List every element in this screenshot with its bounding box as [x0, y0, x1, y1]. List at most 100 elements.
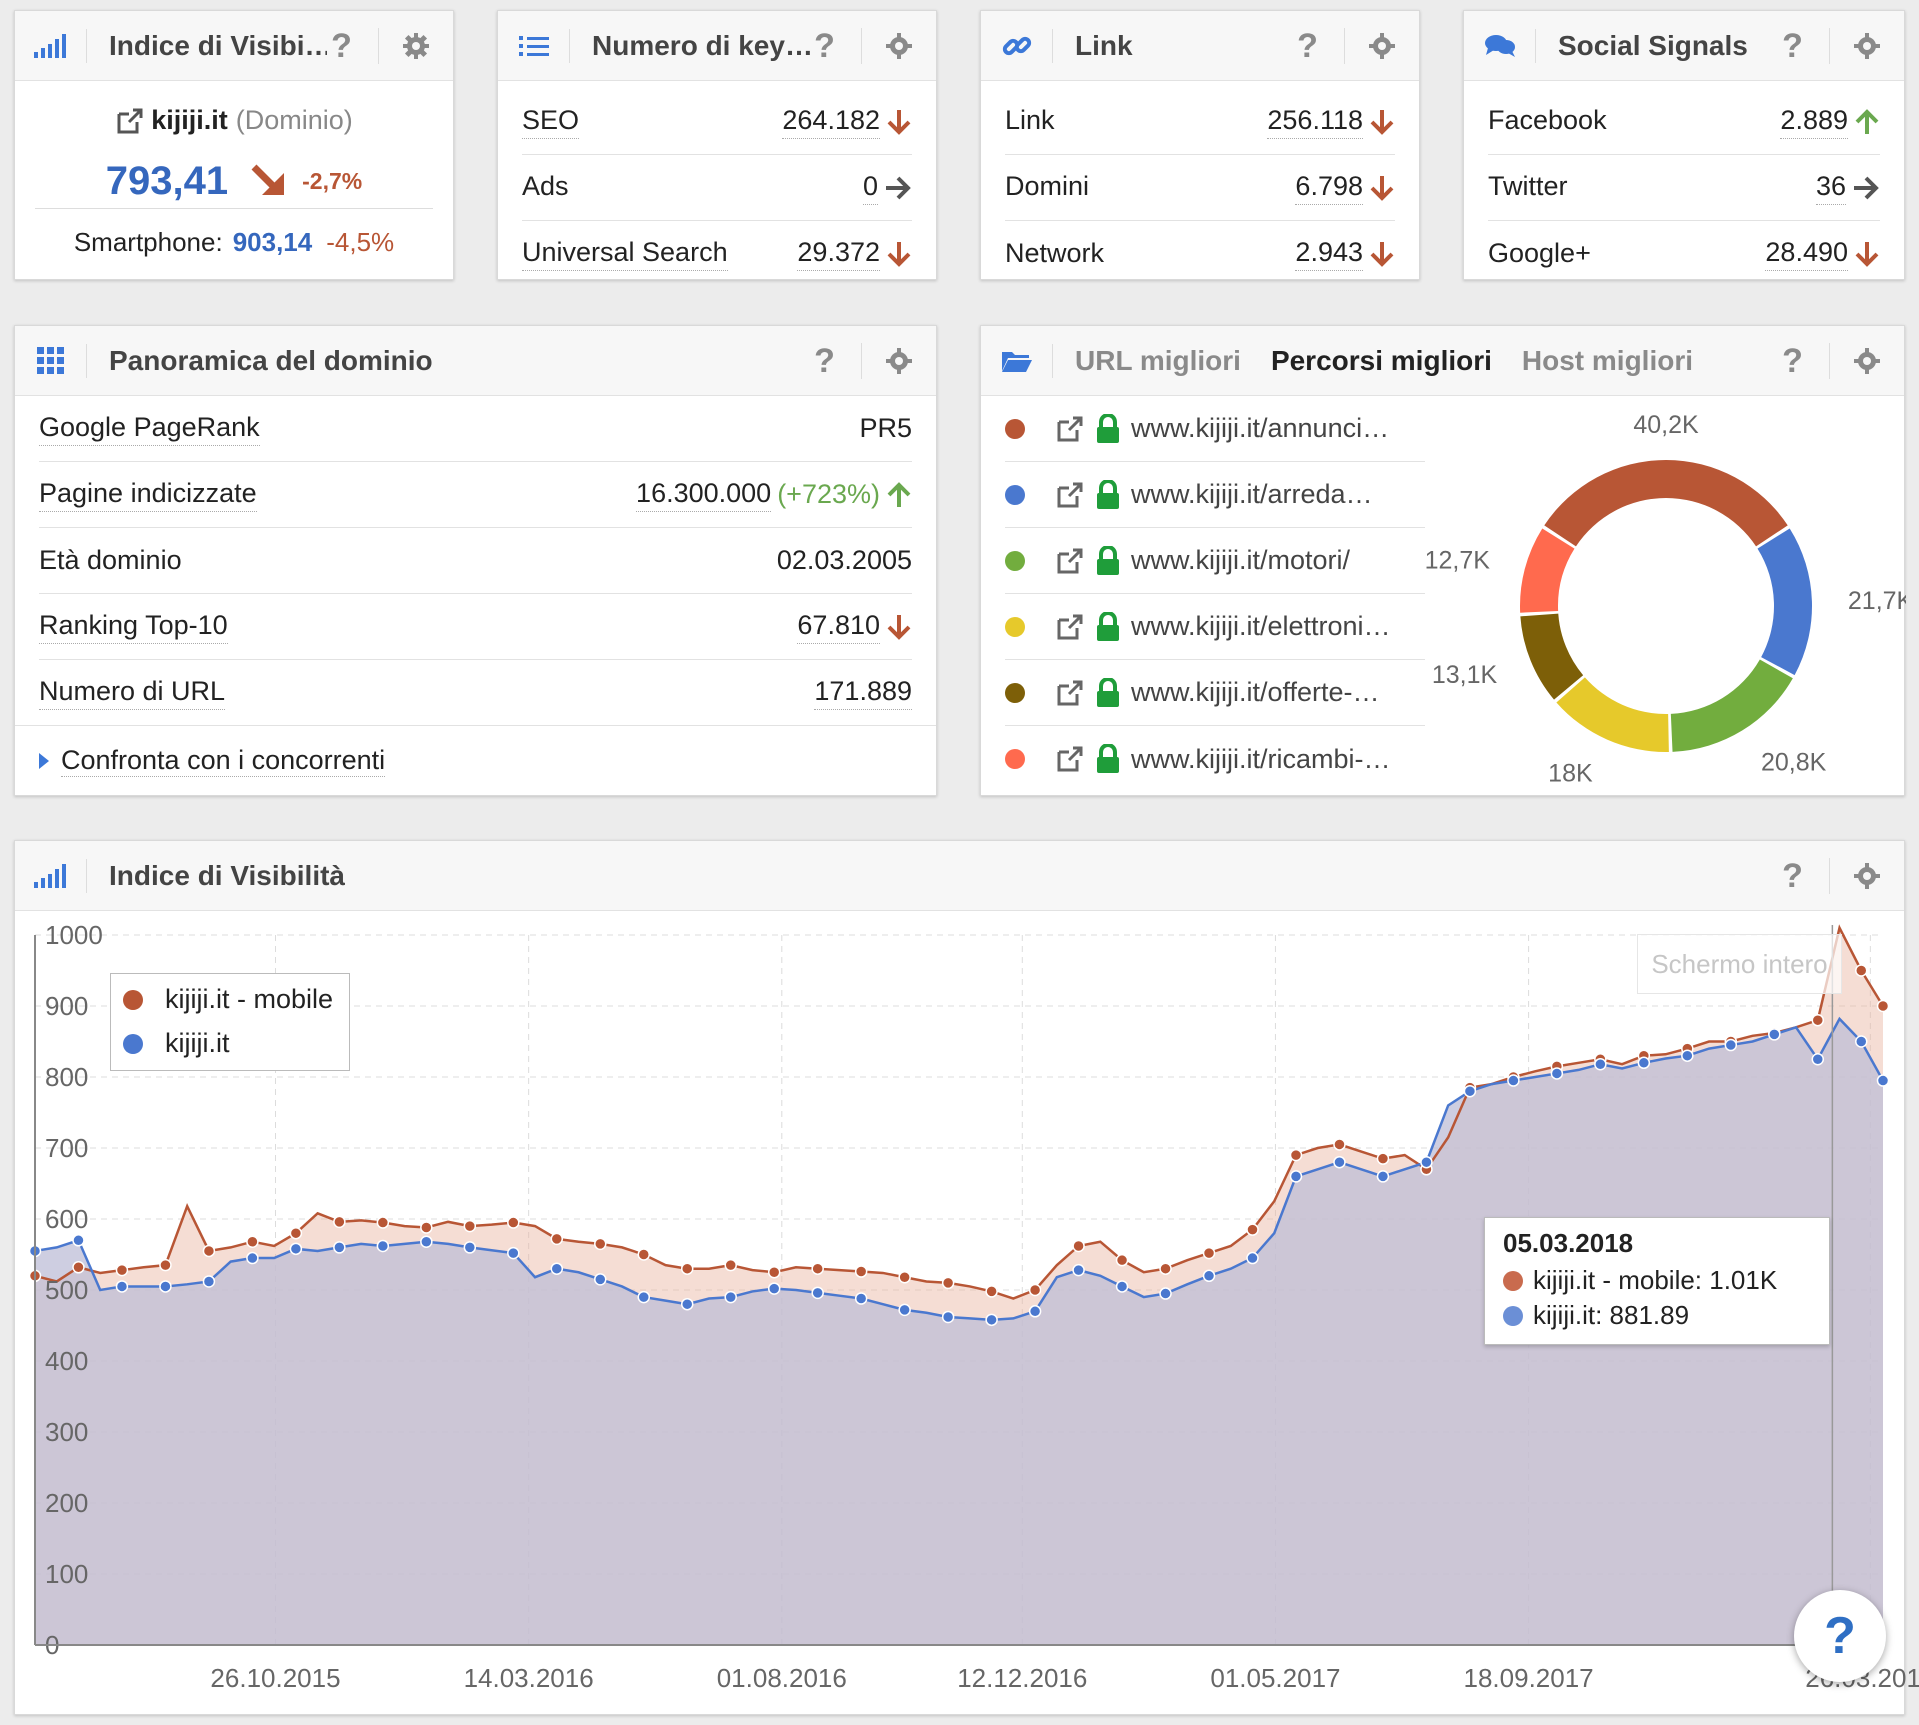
- tooltip-marker: [1503, 1305, 1523, 1326]
- data-point[interactable]: [1202, 1246, 1216, 1260]
- x-tick-label: 18.09.2017: [1464, 1663, 1594, 1693]
- data-point[interactable]: [637, 1248, 651, 1261]
- x-tick-label: 12.12.2016: [957, 1663, 1087, 1693]
- data-point[interactable]: [1246, 1223, 1259, 1236]
- data-point[interactable]: [1028, 1305, 1042, 1318]
- data-point[interactable]: [1159, 1262, 1172, 1275]
- data-point[interactable]: [420, 1221, 433, 1234]
- data-point[interactable]: [1768, 1028, 1781, 1041]
- y-tick-label: 1000: [45, 920, 103, 950]
- visibility-line-chart[interactable]: 0100200300400500600700800900100026.10.20…: [0, 0, 1919, 1725]
- data-point[interactable]: [1855, 964, 1868, 977]
- data-point[interactable]: [1420, 1155, 1433, 1169]
- data-point[interactable]: [246, 1251, 259, 1265]
- help-fab-button[interactable]: ?: [1794, 1590, 1886, 1682]
- data-point[interactable]: [1072, 1263, 1085, 1277]
- data-point[interactable]: [1289, 1148, 1303, 1162]
- y-tick-label: 300: [45, 1417, 88, 1447]
- data-point[interactable]: [1376, 1170, 1390, 1183]
- data-point[interactable]: [898, 1270, 911, 1284]
- tooltip-row-desktop: kijiji.it: 881.89: [1503, 1300, 1811, 1331]
- x-tick-label: 01.05.2017: [1210, 1663, 1340, 1693]
- data-point[interactable]: [1028, 1283, 1042, 1297]
- data-point[interactable]: [159, 1280, 172, 1293]
- data-point[interactable]: [159, 1258, 172, 1272]
- x-tick-label: 01.08.2016: [717, 1663, 847, 1693]
- data-point[interactable]: [898, 1303, 911, 1317]
- data-point[interactable]: [811, 1262, 824, 1275]
- legend-item-desktop[interactable]: kijiji.it: [123, 1028, 230, 1059]
- data-point[interactable]: [1159, 1287, 1172, 1300]
- data-point[interactable]: [1333, 1155, 1346, 1169]
- data-point[interactable]: [941, 1310, 955, 1324]
- data-point[interactable]: [594, 1237, 607, 1251]
- data-point[interactable]: [1072, 1239, 1085, 1253]
- data-point[interactable]: [680, 1297, 694, 1311]
- data-point[interactable]: [202, 1275, 216, 1288]
- data-point[interactable]: [1855, 1035, 1868, 1048]
- data-point[interactable]: [1333, 1138, 1346, 1151]
- data-point[interactable]: [333, 1215, 346, 1229]
- data-point[interactable]: [72, 1234, 85, 1247]
- data-point[interactable]: [115, 1280, 129, 1293]
- data-point[interactable]: [1115, 1280, 1129, 1293]
- y-tick-label: 600: [45, 1204, 88, 1234]
- data-point[interactable]: [724, 1290, 737, 1304]
- data-point[interactable]: [202, 1244, 216, 1258]
- data-point[interactable]: [550, 1232, 564, 1246]
- data-point[interactable]: [333, 1241, 346, 1254]
- data-point[interactable]: [289, 1242, 303, 1256]
- data-point[interactable]: [463, 1219, 477, 1233]
- data-point[interactable]: [289, 1226, 303, 1240]
- tooltip-text: kijiji.it: 881.89: [1533, 1300, 1690, 1330]
- data-point[interactable]: [1811, 1053, 1825, 1066]
- data-point[interactable]: [941, 1276, 955, 1290]
- data-point[interactable]: [854, 1265, 868, 1278]
- data-point[interactable]: [1463, 1084, 1477, 1098]
- fullscreen-button[interactable]: Schermo intero: [1637, 934, 1842, 994]
- data-point[interactable]: [1876, 1074, 1890, 1087]
- data-point[interactable]: [767, 1266, 781, 1279]
- legend-label: kijiji.it: [165, 1028, 230, 1058]
- data-point[interactable]: [376, 1216, 390, 1229]
- data-point[interactable]: [420, 1235, 433, 1248]
- data-point[interactable]: [1376, 1152, 1390, 1165]
- data-point[interactable]: [115, 1263, 129, 1277]
- data-point[interactable]: [985, 1313, 998, 1327]
- data-point[interactable]: [1637, 1056, 1651, 1070]
- tooltip-date: 05.03.2018: [1503, 1228, 1634, 1258]
- data-point[interactable]: [1550, 1067, 1564, 1080]
- data-point[interactable]: [724, 1258, 737, 1272]
- data-point[interactable]: [550, 1262, 564, 1275]
- data-point[interactable]: [594, 1273, 607, 1286]
- data-point[interactable]: [1115, 1253, 1129, 1267]
- x-tick-label: 14.03.2016: [464, 1663, 594, 1693]
- data-point[interactable]: [1811, 1013, 1825, 1027]
- data-point[interactable]: [1289, 1170, 1303, 1183]
- data-point[interactable]: [463, 1241, 477, 1254]
- data-point[interactable]: [1594, 1057, 1607, 1071]
- data-point[interactable]: [767, 1282, 781, 1295]
- data-point[interactable]: [507, 1246, 520, 1260]
- y-tick-label: 700: [45, 1133, 88, 1163]
- x-tick-label: 26.10.2015: [210, 1663, 340, 1693]
- data-point[interactable]: [985, 1285, 998, 1298]
- legend-item-mobile[interactable]: kijiji.it - mobile: [123, 984, 333, 1015]
- data-point[interactable]: [1724, 1038, 1738, 1052]
- data-point[interactable]: [1202, 1269, 1216, 1283]
- data-point[interactable]: [376, 1239, 390, 1253]
- data-point[interactable]: [1876, 999, 1890, 1013]
- data-point[interactable]: [1507, 1074, 1520, 1087]
- tooltip-marker: [1503, 1270, 1523, 1291]
- data-point[interactable]: [246, 1235, 259, 1248]
- data-point[interactable]: [811, 1286, 824, 1300]
- data-point[interactable]: [1681, 1049, 1694, 1062]
- y-tick-label: 900: [45, 991, 88, 1021]
- data-point[interactable]: [637, 1290, 651, 1304]
- data-point[interactable]: [854, 1292, 868, 1305]
- data-point[interactable]: [1246, 1251, 1259, 1265]
- data-point[interactable]: [72, 1261, 85, 1274]
- chart-legend: kijiji.it - mobile kijiji.it: [110, 973, 350, 1071]
- data-point[interactable]: [680, 1262, 694, 1275]
- data-point[interactable]: [507, 1216, 520, 1229]
